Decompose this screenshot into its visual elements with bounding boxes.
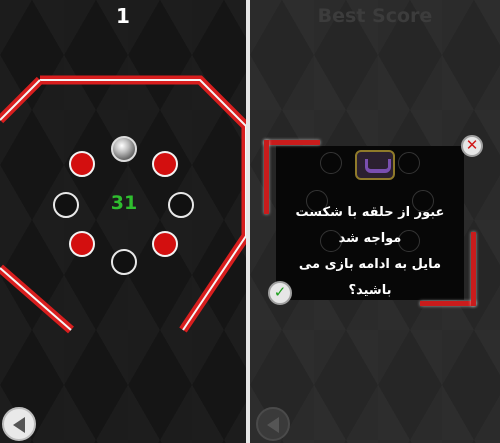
dialog-message-line1: عبور از حلقه با شکست مواجه شد bbox=[295, 205, 445, 246]
peg-red-bottom-left[interactable] bbox=[69, 231, 95, 257]
peg-empty-right[interactable] bbox=[168, 192, 194, 218]
dialog-message-line2: مایل به ادامه بازی می باشید؟ bbox=[298, 257, 442, 298]
peg-empty-bottom[interactable] bbox=[111, 249, 137, 275]
bracket-top-left bbox=[264, 140, 269, 214]
bracket-bottom-right bbox=[471, 232, 476, 306]
peg-red-top-left[interactable] bbox=[69, 151, 95, 177]
peg-red-top-right[interactable] bbox=[152, 151, 178, 177]
dialog-message: عبور از حلقه با شکست مواجه شد مایل به اد… bbox=[278, 200, 462, 304]
check-icon: ✓ bbox=[273, 283, 287, 301]
ghost-peg bbox=[320, 152, 342, 174]
game-panel: 1 31 bbox=[0, 0, 246, 443]
ghost-peg bbox=[398, 152, 420, 174]
peg-red-bottom-right[interactable] bbox=[152, 231, 178, 257]
best-score-label: Best Score bbox=[317, 5, 433, 27]
bracket-top-left bbox=[264, 140, 320, 145]
back-button[interactable] bbox=[2, 407, 36, 441]
countdown-timer: 31 bbox=[110, 192, 138, 214]
confirm-button[interactable]: ✓ bbox=[268, 281, 292, 305]
back-arrow-icon bbox=[13, 417, 25, 433]
back-arrow-icon bbox=[267, 417, 279, 433]
octagon-ring bbox=[0, 75, 246, 334]
peg-empty-left[interactable] bbox=[53, 192, 79, 218]
close-button[interactable]: ✕ bbox=[461, 135, 483, 157]
ball-icon[interactable] bbox=[111, 136, 137, 162]
app-logo-icon bbox=[355, 150, 395, 180]
close-icon: ✕ bbox=[465, 136, 479, 154]
back-button-dimmed[interactable] bbox=[256, 407, 290, 441]
